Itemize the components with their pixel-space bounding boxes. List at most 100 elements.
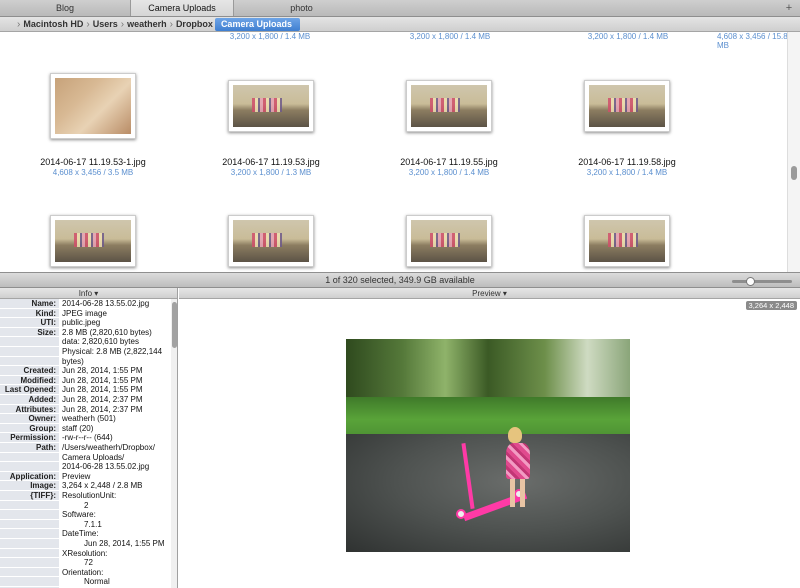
info-scrollbar[interactable] [171,299,177,588]
preview-image [346,339,630,552]
info-value: 2014-06-28 13.55.02.jpg [62,299,150,308]
info-row: Group: staff (20) [0,423,170,434]
info-row: Software: [0,510,170,520]
thumbnail[interactable] [50,73,136,139]
girl-hair [508,427,522,443]
info-value: Camera Uploads/ [62,452,125,462]
thumbnail-image [55,78,131,134]
thumbnail[interactable] [584,215,670,267]
file-meta: 3,200 x 1,800 / 1.3 MB [230,168,312,177]
tab-bar: Blog Camera Uploads photo + [0,0,800,17]
info-label: Image: [0,481,59,491]
photo-trees [346,339,630,399]
info-row: Jun 28, 2014, 1:55 PM [0,539,170,549]
info-row: Image: 3,264 x 2,448 / 2.8 MB [0,481,170,491]
icon-size-slider[interactable] [732,277,792,286]
thumbnail[interactable] [406,80,492,132]
chevron-right-icon: › [86,18,90,30]
thumbnail[interactable] [406,215,492,267]
preview-pane: Preview ▾ 3,264 x 2,448 [179,288,800,588]
slider-knob[interactable] [746,277,755,286]
tab-blog[interactable]: Blog [0,0,131,16]
info-row: Application: Preview [0,471,170,482]
info-row: Kind: JPEG image [0,308,170,319]
scrollbar-thumb[interactable] [172,302,177,348]
grid-scrollbar[interactable] [787,32,800,272]
thumbnail-image [411,220,487,262]
info-row: Orientation: [0,567,170,578]
girl-leg [510,479,515,507]
preview-header[interactable]: Preview ▾ [179,288,800,299]
scrollbar-thumb[interactable] [791,166,797,180]
breadcrumb-macintosh-hd[interactable]: › Macintosh HD [14,17,83,32]
file-meta: 3,200 x 1,800 / 1.4 MB [587,32,669,41]
info-label: Modified: [0,375,59,386]
info-value: 3,264 x 2,448 / 2.8 MB [62,481,143,491]
file-grid: 3,200 x 1,800 / 1.4 MB 3,200 x 1,800 / 1… [0,32,787,272]
thumbnail[interactable] [584,80,670,132]
info-value: Jun 28, 2014, 1:55 PM [62,366,143,376]
info-label [0,510,59,520]
info-row: {TIFF}: ResolutionUnit: [0,491,170,501]
info-label: Path: [0,443,59,453]
info-row: 2 [0,500,170,511]
info-row: Modified: Jun 28, 2014, 1:55 PM [0,375,170,386]
info-value: Preview [62,471,91,481]
info-value: JPEG image [62,308,107,318]
photo-girl [486,427,538,527]
girl-dress [506,443,530,479]
info-header[interactable]: Info ▾ [0,288,177,299]
info-row: Camera Uploads/ [0,452,170,463]
info-row: UTI: public.jpeg [0,318,170,328]
info-value: public.jpeg [62,318,101,328]
info-row: Last Opened: Jun 28, 2014, 1:55 PM [0,385,170,395]
file-name[interactable]: 2014-06-17 11.19.53-1.jpg [4,157,182,167]
info-label: Added: [0,395,59,405]
info-label [0,519,59,530]
info-value: 2.8 MB (2,820,610 bytes) [62,327,152,337]
file-name[interactable]: 2014-06-17 11.19.53.jpg [182,157,360,167]
info-label [0,548,59,559]
info-row: Added: Jun 28, 2014, 2:37 PM [0,395,170,405]
info-label [0,347,59,357]
info-label: Name: [0,299,59,309]
info-row: Created: Jun 28, 2014, 1:55 PM [0,366,170,376]
info-label [0,529,59,539]
info-value: 72 [84,558,93,568]
thumbnail[interactable] [50,215,136,267]
thumbnail[interactable] [228,80,314,132]
tab-photo[interactable]: photo [234,0,369,16]
info-value: weatherh (501) [62,414,116,424]
info-label: UTI: [0,318,59,328]
info-label: Group: [0,423,59,434]
file-meta: 3,200 x 1,800 / 1.4 MB [408,168,490,177]
info-label: {TIFF}: [0,491,59,501]
tab-camera-uploads[interactable]: Camera Uploads [131,0,234,16]
breadcrumb-weatherh[interactable]: › weatherh [118,17,167,32]
info-value: 7.1.1 [84,519,102,529]
new-tab-button[interactable]: + [782,0,796,16]
info-row: Attributes: Jun 28, 2014, 2:37 PM [0,404,170,415]
breadcrumb-dropbox[interactable]: › Dropbox [167,17,213,32]
file-meta: 3,200 x 1,800 / 1.4 MB [409,32,491,41]
breadcrumb-camera-uploads[interactable]: Camera Uploads [214,17,300,31]
info-label: Last Opened: [0,385,59,395]
info-label: Permission: [0,433,59,443]
info-label [0,539,59,549]
info-label: Owner: [0,414,59,424]
info-row: bytes) [0,356,170,367]
info-value: Jun 28, 2014, 2:37 PM [62,395,143,404]
info-row: XResolution: [0,548,170,559]
info-row: Name: 2014-06-28 13.55.02.jpg [0,299,170,309]
breadcrumb-users[interactable]: › Users [83,17,117,32]
thumbnail[interactable] [228,215,314,267]
apple-icon [4,19,14,30]
info-body: Name: 2014-06-28 13.55.02.jpg Kind: JPEG im… [0,299,170,588]
info-value: 2014-06-28 13.55.02.jpg [62,462,150,472]
info-label [0,452,59,463]
file-name[interactable]: 2014-06-17 11.19.58.jpg [538,157,716,167]
info-row: 7.1.1 [0,519,170,530]
file-meta: 4,608 x 3,456 / 3.5 MB [52,168,134,177]
file-name[interactable]: 2014-06-17 11.19.55.jpg [360,157,538,167]
info-value: bytes) [62,356,84,366]
